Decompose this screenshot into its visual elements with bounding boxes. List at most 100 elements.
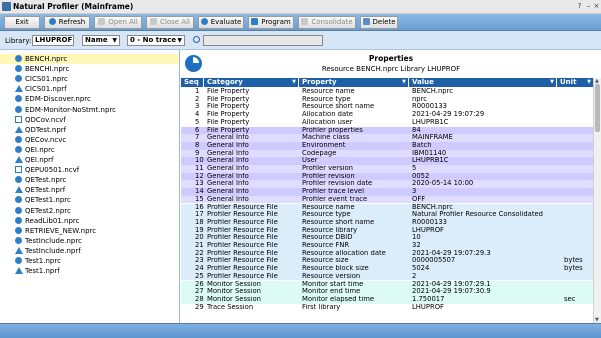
list-item[interactable]: QEI.nprc (0, 145, 179, 155)
list-item[interactable]: TestInclude.nprf (0, 246, 179, 256)
table-row[interactable]: 19 Profiler Resource File Resource library… (181, 226, 593, 235)
cell-property: Resource library (302, 226, 358, 234)
report-icon (15, 246, 23, 254)
list-item[interactable]: QDCov.ncvf (0, 115, 179, 125)
cell-property: Profiler properties (302, 126, 363, 134)
list-item[interactable]: QECov.ncvc (0, 135, 179, 145)
cell-value: 10 (412, 234, 421, 242)
cell-value: 2 (412, 272, 417, 280)
exit-button[interactable]: Exit (4, 16, 40, 29)
table-row[interactable]: 14 General Info Profiler trace level 3 (181, 188, 593, 196)
resource-icon (15, 145, 22, 153)
table-row[interactable]: 26 Monitor Session Monitor start time 2021-… (181, 280, 593, 289)
sort-select[interactable]: Name ▼ (82, 35, 120, 46)
table-row[interactable]: 8 General Info Environment Batch (181, 141, 593, 150)
table-row[interactable]: 21 Profiler Resource File Resource FNR 32 (181, 242, 593, 250)
list-item[interactable]: TestInclude.nprc (0, 236, 179, 246)
list-item[interactable]: Test1.nprc (0, 256, 179, 266)
table-row[interactable]: 4 File Property Allocation date 2021-04-29 … (181, 111, 593, 119)
close-button[interactable]: × (592, 2, 601, 11)
cell-category: Profiler Resource File (207, 242, 278, 249)
cell-property: Resource name (302, 203, 355, 211)
column-header-unit[interactable]: Unit ▼ (557, 78, 593, 87)
table-row[interactable]: 7 General Info Machine class MAINFRAME (181, 134, 593, 142)
evaluate-button[interactable]: Evaluate (198, 16, 244, 29)
report-icon (15, 85, 23, 93)
table-row[interactable]: 18 Profiler Resource File Resource short n… (181, 218, 593, 227)
table-row[interactable]: 16 Profiler Resource File Resource name BEN… (181, 203, 593, 212)
list-item-label: TestInclude.nprc (25, 236, 82, 245)
table-row[interactable]: 3 File Property Resource short name R000013… (181, 103, 593, 112)
table-row[interactable]: 28 Monitor Session Monitor elapsed time 1.7… (181, 295, 593, 304)
table-row[interactable]: 17 Profiler Resource File Resource type Nat… (181, 211, 593, 219)
list-item-label: BENCH.nprc (25, 55, 68, 63)
list-item[interactable]: QEI.nprf (0, 155, 179, 165)
cell-value: 3 (412, 188, 417, 196)
table-row[interactable]: 29 Trace Session First library LHUPROF (181, 303, 593, 312)
search-input[interactable] (203, 35, 323, 46)
list-item[interactable]: QETest.nprc (0, 175, 179, 185)
cell-category: File Property (207, 103, 250, 111)
table-row[interactable]: 24 Profiler Resource File Resource block s… (181, 265, 593, 273)
cell-value: 5024 (412, 265, 430, 273)
library-input[interactable]: LHUPROF (32, 35, 74, 46)
column-header-property[interactable]: Property ▼ (299, 78, 409, 87)
list-item[interactable]: QETest.nprf (0, 185, 179, 195)
window-title: Natural Profiler (Mainframe) (13, 2, 134, 11)
program-label: Program (261, 18, 291, 26)
list-item[interactable]: QETest2.nprc (0, 206, 179, 216)
table-row[interactable]: 13 General Info Profiler revision date 2020… (181, 180, 593, 189)
list-item[interactable]: Test1.nprf (0, 266, 179, 276)
cell-category: Profiler Resource File (207, 272, 278, 280)
cell-property: Resource short name (302, 218, 375, 226)
list-item[interactable]: EDM-Monitor-NoStmt.nprc (0, 105, 179, 115)
table-row[interactable]: 2 File Property Resource type nprc (181, 95, 593, 104)
list-item-label: QECov.ncvc (25, 135, 67, 144)
table-row[interactable]: 5 File Property Allocation user LHUPRB1C (181, 118, 593, 127)
consolidate-button[interactable]: Consolidate (298, 16, 356, 29)
list-item[interactable]: QETest1.nprc (0, 195, 179, 205)
list-item[interactable]: EDM-Discover.nprc (0, 94, 179, 104)
column-header-category[interactable]: Category ▼ (204, 78, 299, 87)
cell-value: nprc (412, 95, 428, 103)
table-row[interactable]: 20 Profiler Resource File Resource DBID 10 (181, 234, 593, 242)
list-item[interactable]: ReadLib01.nprc (0, 216, 179, 226)
list-item[interactable]: CICS01.nprf (0, 84, 179, 94)
table-row[interactable]: 6 File Property Profiler properties 84 (181, 126, 593, 135)
list-item[interactable]: BENCH.nprc (0, 54, 179, 64)
program-button[interactable]: Program (248, 16, 294, 29)
resource-list: BENCH.nprc BENCHI.nprc CICS01.nprc CICS01.n… (0, 50, 180, 323)
close-all-button[interactable]: Close All (146, 16, 194, 29)
trace-select[interactable]: 0 - No trace ▼ (127, 35, 185, 46)
open-all-button[interactable]: Open All (94, 16, 142, 29)
scrollbar-thumb[interactable] (595, 84, 600, 132)
table-row[interactable]: 10 General Info User LHUPRB1C (181, 157, 593, 165)
cell-value: 5 (412, 165, 417, 172)
delete-button[interactable]: Delete (360, 16, 398, 29)
table-row[interactable]: 27 Monitor Session Monitor end time 2021-04… (181, 288, 593, 296)
list-item-label: EDM-Monitor-NoStmt.nprc (25, 105, 117, 114)
list-item-label: RETRIEVE_NEW.nprc (25, 226, 97, 235)
table-row[interactable]: 15 General Info Profiler event trace OFF (181, 195, 593, 204)
list-item[interactable]: QDTest.nprf (0, 125, 179, 135)
table-row[interactable]: 25 Profiler Resource File Resource version… (181, 272, 593, 281)
table-row[interactable]: 12 General Info Profiler revision 0052 (181, 172, 593, 181)
table-row[interactable]: 22 Profiler Resource File Resource allocat… (181, 249, 593, 258)
list-item[interactable]: QEPU0501.ncvf (0, 165, 179, 175)
column-header-value[interactable]: Value ▼ (409, 78, 557, 87)
column-header-seq[interactable]: Seq (181, 78, 204, 87)
list-item[interactable]: BENCHI.nprc (0, 64, 179, 74)
list-item[interactable]: RETRIEVE_NEW.nprc (0, 226, 179, 236)
list-item[interactable]: CICS01.nprc (0, 74, 179, 84)
vertical-scrollbar[interactable]: ▲ ▼ (593, 78, 601, 323)
table-row[interactable]: 23 Profiler Resource File Resource size 000… (181, 257, 593, 266)
list-item-label: TestInclude.nprf (25, 246, 81, 255)
table-row[interactable]: 11 General Info Profiler version 5 (181, 165, 593, 173)
help-button[interactable]: ? (575, 2, 584, 11)
column-header-label: Property (302, 78, 337, 86)
table-row[interactable]: 9 General Info Codepage IBM01140 (181, 149, 593, 158)
cell-property: User (302, 157, 318, 165)
refresh-button[interactable]: Refresh (44, 16, 90, 29)
table-row[interactable]: 1 File Property Resource name BENCH.nprc (181, 88, 593, 96)
list-item-label: QEI.nprf (25, 156, 54, 164)
